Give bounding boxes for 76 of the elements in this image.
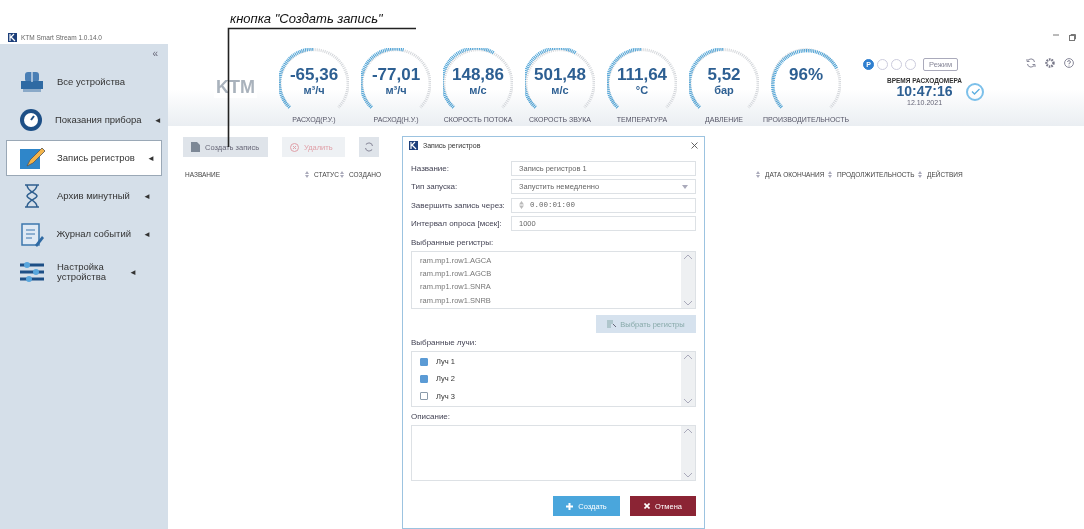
spinner-arrows-icon[interactable] — [519, 201, 524, 210]
field-label: Тип запуска: — [411, 182, 459, 192]
gauge-icon — [19, 108, 43, 132]
refresh-icon[interactable] — [1026, 58, 1036, 68]
section-label: Выбранные регистры: — [411, 238, 495, 247]
sidebar-item[interactable]: Все устройства — [6, 64, 162, 100]
field-label: Название: — [411, 163, 450, 173]
clipboard-icon — [19, 221, 44, 247]
gauge-unit: м³/ч — [385, 83, 407, 97]
gauge-value: -65,36 — [289, 64, 339, 84]
plus-icon — [566, 502, 574, 510]
annotation-text: кнопка "Создать запись" — [230, 11, 383, 26]
settings-icon[interactable] — [1045, 58, 1055, 68]
refresh-icon — [364, 142, 374, 152]
close-icon[interactable] — [691, 141, 698, 149]
sidebar-item[interactable]: Запись регистров ◄ — [6, 140, 162, 176]
sort-icon[interactable] — [918, 171, 923, 178]
expand-arrow[interactable]: ◄ — [143, 191, 151, 201]
scrollbar[interactable] — [681, 352, 695, 406]
caret-icon — [682, 184, 688, 189]
section-label: Описание: — [411, 412, 452, 421]
sort-icon[interactable] — [305, 171, 309, 178]
gauge-unit: бар — [714, 83, 734, 97]
refresh-button[interactable] — [359, 137, 379, 157]
checkbox[interactable] — [420, 375, 428, 383]
time-value: 10:47:16 — [896, 84, 953, 99]
pencil-icon — [19, 146, 45, 170]
checkmark-icon — [970, 88, 980, 95]
gauge-unit: м/с — [551, 83, 569, 97]
scroll-down-icon[interactable] — [681, 470, 695, 480]
scroll-down-icon[interactable] — [681, 298, 695, 308]
gauge-value: 148,86 — [452, 64, 504, 84]
app-logo-icon — [409, 140, 418, 150]
scroll-down-icon[interactable] — [681, 396, 695, 406]
sort-icon[interactable] — [340, 171, 344, 178]
gauge-unit: м/с — [469, 83, 487, 97]
scrollbar[interactable] — [681, 426, 695, 480]
gauge-value: 96% — [789, 64, 823, 84]
gauge-value: 111,64 — [616, 64, 668, 84]
scroll-up-icon[interactable] — [681, 426, 695, 436]
sidebar-item[interactable]: Показания прибора ◄ — [6, 102, 162, 138]
gauge-value: 501,48 — [534, 64, 586, 84]
section-label: Выбранные лучи: — [411, 338, 478, 347]
scrollbar[interactable] — [681, 252, 695, 308]
description-field[interactable] — [411, 425, 696, 481]
checkbox[interactable] — [420, 357, 428, 366]
hourglass-icon — [22, 184, 42, 208]
cross-icon — [644, 503, 651, 509]
app-logo-icon — [8, 32, 17, 42]
list-icon — [607, 320, 617, 328]
sidebar-item[interactable]: Архив минутный ◄ — [6, 178, 162, 214]
gauge-unit: °C — [635, 83, 649, 97]
gauge-value: 5,52 — [707, 64, 741, 84]
sort-icon[interactable] — [756, 171, 761, 178]
sidebar-item[interactable]: Настройка устройства ◄ — [6, 254, 162, 290]
document-icon — [191, 142, 200, 152]
sort-icon[interactable] — [828, 171, 833, 178]
field-label: Интервал опроса [мсек]: — [411, 219, 503, 229]
expand-arrow[interactable]: ◄ — [146, 153, 155, 163]
monitor-icon — [20, 71, 44, 93]
collapse-toggle[interactable]: « — [152, 47, 158, 59]
sidebar-item[interactable]: Журнал событий ◄ — [6, 216, 162, 252]
gauge-value: -77,01 — [371, 64, 421, 84]
scroll-up-icon[interactable] — [681, 252, 695, 262]
expand-arrow[interactable]: ◄ — [153, 115, 162, 125]
help-icon[interactable] — [1064, 58, 1074, 68]
field-label: Завершить запись через: — [411, 200, 506, 210]
sliders-icon — [19, 261, 45, 283]
checkbox[interactable] — [420, 392, 428, 401]
scroll-up-icon[interactable] — [681, 352, 695, 362]
restore-icon[interactable] — [1069, 33, 1076, 41]
expand-arrow[interactable]: ◄ — [143, 229, 151, 239]
expand-arrow[interactable]: ◄ — [129, 267, 137, 277]
gauge-unit: м³/ч — [303, 83, 325, 97]
minimize-icon[interactable] — [1053, 33, 1059, 36]
cross-circle-icon — [290, 142, 299, 152]
